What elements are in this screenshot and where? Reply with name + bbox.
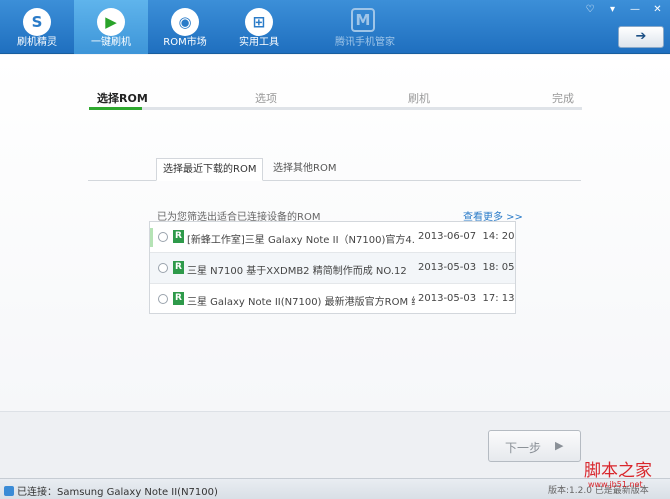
rom-radio[interactable]	[158, 232, 168, 242]
rom-radio[interactable]	[158, 294, 168, 304]
status-bar: 已连接：Samsung Galaxy Note II(N7100) 版本:1.2…	[0, 478, 670, 499]
nav-flash-wizard[interactable]: S 刷机精灵	[0, 0, 74, 54]
watermark-logo: 脚本之家	[584, 461, 652, 481]
nav-label: 刷机精灵	[17, 37, 57, 48]
nav-one-click-flash[interactable]: ▶ 一键刷机	[74, 0, 148, 54]
nav-rom-market[interactable]: ◉ ROM市场	[148, 0, 222, 54]
step-done: 完成	[552, 92, 574, 105]
rom-name: 三星 Galaxy Note II(N7100) 最新港版官方ROM 纯净版	[187, 297, 415, 308]
main-content: 选择ROM 选项 刷机 完成 选择最近下载的ROM 选择其他ROM 已为您筛选出…	[0, 55, 670, 411]
flash-wizard-icon: S	[23, 8, 51, 36]
top-navigation-bar: S 刷机精灵 ▶ 一键刷机 ◉ ROM市场 ⊞ 实用工具 M 腾讯手机管家 ♡ …	[0, 0, 670, 54]
rom-datetime: 2013-06-07 14: 20	[418, 231, 515, 242]
rom-row[interactable]: R 三星 Galaxy Note II(N7100) 最新港版官方ROM 纯净版…	[150, 284, 515, 315]
footer: 下一步 ▶	[0, 411, 670, 478]
step-track	[89, 107, 582, 110]
nav-tencent-manager[interactable]: M 腾讯手机管家	[306, 0, 424, 54]
close-icon[interactable]: ✕	[649, 3, 666, 17]
rom-logo-icon: R	[173, 292, 184, 305]
play-arrow-icon: ▶	[555, 439, 564, 452]
step-indicator: 选择ROM 选项 刷机 完成	[89, 90, 582, 110]
play-icon: ▶	[97, 8, 125, 36]
next-step-label: 下一步	[505, 441, 542, 455]
nav-label: ROM市场	[163, 37, 207, 48]
step-options: 选项	[255, 92, 277, 105]
rom-name: 三星 N7100 基于XXDMB2 精简制作而成 NO.12	[187, 266, 407, 277]
step-flash: 刷机	[408, 92, 430, 105]
rom-datetime: 2013-05-03 18: 05	[418, 262, 515, 273]
step-progress	[89, 107, 142, 110]
rom-datetime: 2013-05-03 17: 13	[418, 293, 515, 304]
grid-icon: ⊞	[245, 8, 273, 36]
rom-list: R [新蜂工作室]三星 Galaxy Note II（N7100)官方4.1.2…	[149, 221, 516, 314]
rom-logo-icon: R	[173, 261, 184, 274]
minimize-icon[interactable]: —	[627, 3, 644, 17]
window-controls: ♡ ▾ — ✕	[580, 2, 667, 17]
shield-icon: M	[351, 8, 375, 32]
rom-radio[interactable]	[158, 263, 168, 273]
rom-logo-icon: R	[173, 230, 184, 243]
step-select-rom: 选择ROM	[97, 92, 148, 105]
nav-label: 一键刷机	[91, 37, 131, 48]
site-watermark: 脚本之家 www.jb51.net	[584, 456, 668, 496]
device-icon	[4, 486, 14, 496]
rom-row[interactable]: R 三星 N7100 基于XXDMB2 精简制作而成 NO.12 2013-05…	[150, 253, 515, 284]
nav-tools[interactable]: ⊞ 实用工具	[222, 0, 296, 54]
menu-icon[interactable]: ▾	[604, 3, 621, 17]
next-step-button[interactable]: 下一步 ▶	[488, 430, 581, 462]
watermark-url: www.jb51.net	[588, 480, 643, 489]
rom-row[interactable]: R [新蜂工作室]三星 Galaxy Note II（N7100)官方4.1.2…	[150, 222, 515, 253]
nav-label: 实用工具	[239, 37, 279, 48]
selection-marker	[150, 228, 153, 247]
forward-button[interactable]: ➔	[618, 26, 664, 48]
connection-status: 已连接：Samsung Galaxy Note II(N7100)	[4, 483, 218, 498]
tab-other-rom[interactable]: 选择其他ROM	[267, 158, 342, 181]
tab-recent-rom[interactable]: 选择最近下载的ROM	[156, 158, 264, 181]
rom-source-tabs: 选择最近下载的ROM 选择其他ROM	[88, 158, 581, 181]
feedback-icon[interactable]: ♡	[582, 3, 599, 17]
android-icon: ◉	[171, 8, 199, 36]
nav-label: 腾讯手机管家	[335, 37, 395, 48]
rom-name: [新蜂工作室]三星 Galaxy Note II（N7100)官方4.1.2..…	[187, 235, 415, 246]
